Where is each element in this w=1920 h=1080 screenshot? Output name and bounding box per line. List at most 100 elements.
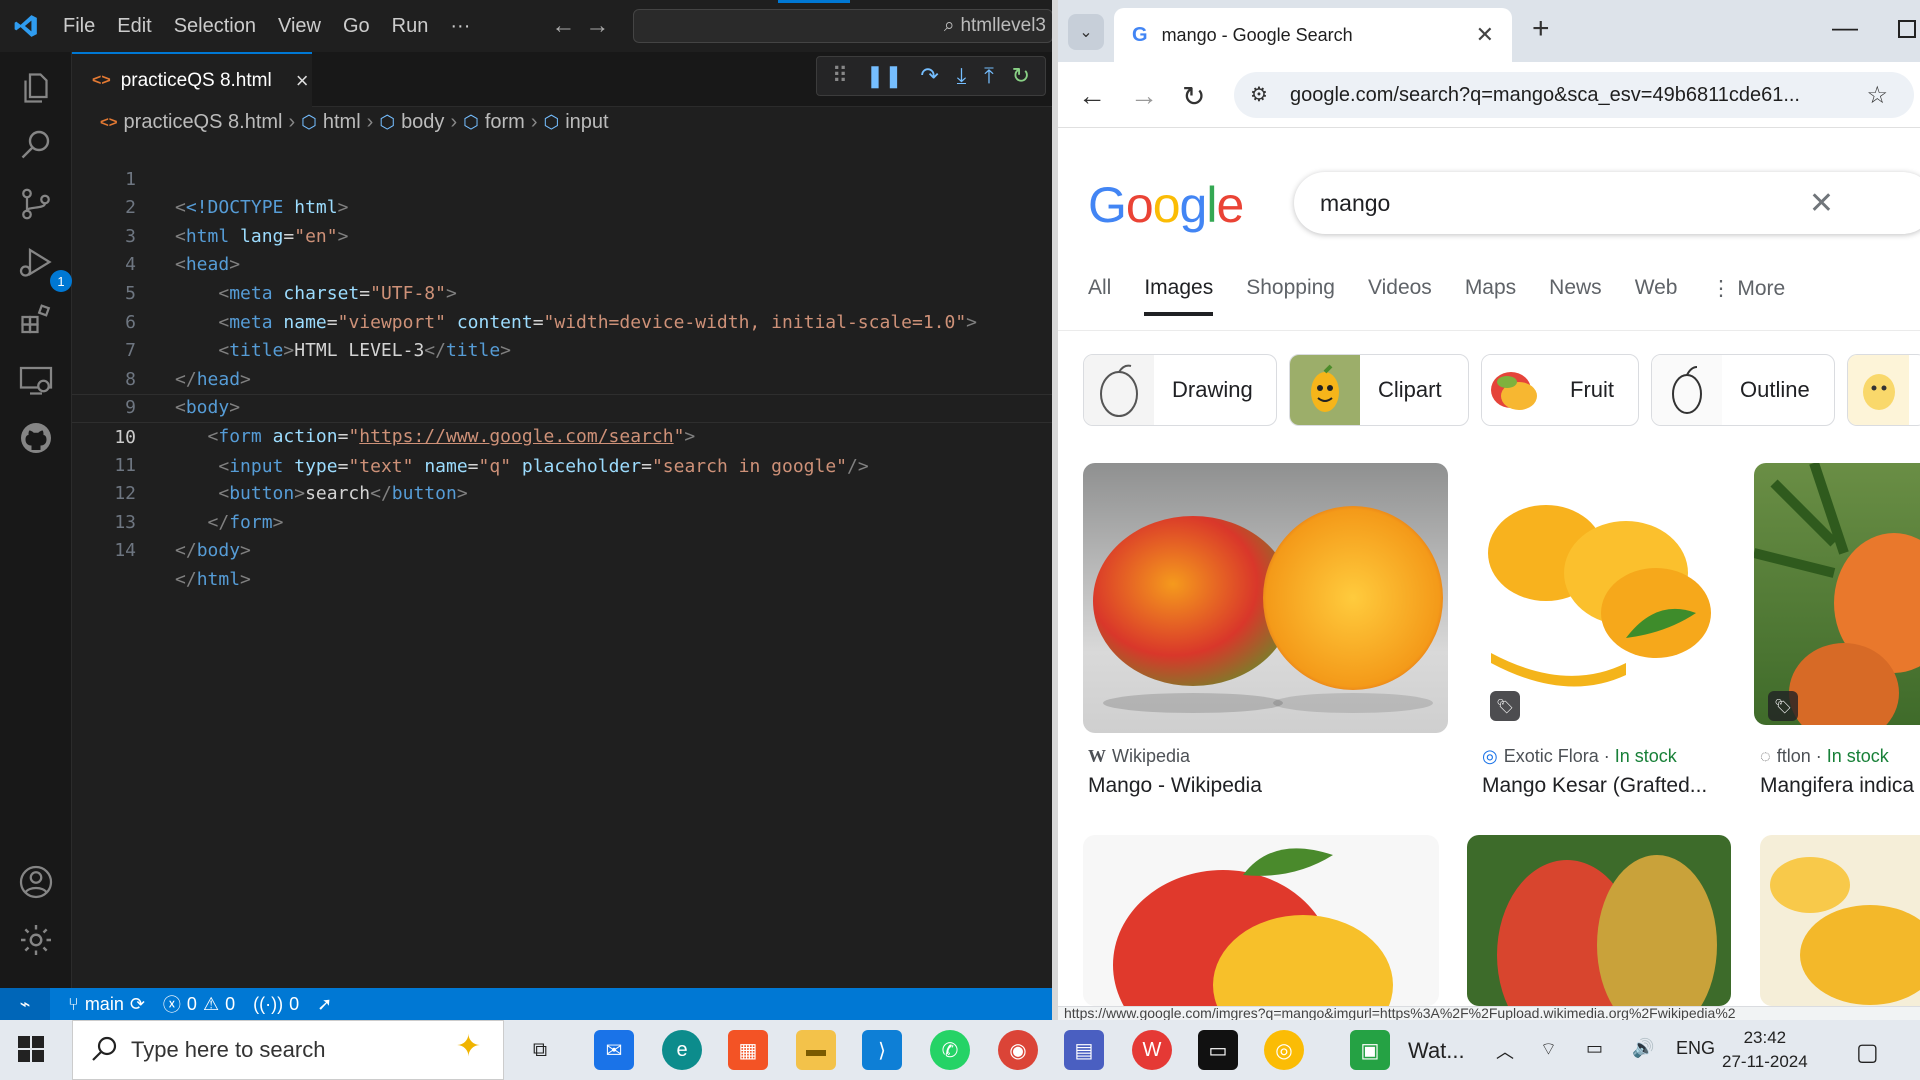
tab-search-chevron-icon[interactable]: ⌄ bbox=[1068, 14, 1104, 50]
breadcrumb-body[interactable]: body bbox=[401, 111, 444, 134]
taskbar-search[interactable]: Type here to search ✦ bbox=[72, 1020, 504, 1080]
clock[interactable]: 23:42 27-11-2024 bbox=[1722, 1026, 1808, 1074]
chrome-tab[interactable]: G mango - Google Search ✕ bbox=[1114, 8, 1512, 62]
forward-arrow-icon[interactable]: → bbox=[1130, 80, 1158, 112]
github-icon[interactable] bbox=[14, 416, 58, 460]
remote-explorer-icon[interactable] bbox=[14, 358, 58, 402]
store-icon[interactable]: ▦ bbox=[728, 1030, 768, 1070]
result-image-2[interactable]: 🏷 bbox=[1476, 463, 1724, 733]
menu-selection[interactable]: Selection bbox=[163, 15, 267, 38]
new-tab-icon[interactable]: + bbox=[1532, 12, 1550, 46]
battery-icon[interactable]: ▭ bbox=[1586, 1038, 1603, 1059]
result-title-1[interactable]: Mango - Wikipedia bbox=[1088, 774, 1262, 798]
language-indicator[interactable]: ENG bbox=[1676, 1038, 1715, 1059]
problems-status[interactable]: ⓧ 0 ⚠ 0 bbox=[163, 991, 235, 1017]
tab-images[interactable]: Images bbox=[1144, 276, 1214, 316]
live-share-icon[interactable]: ➚ bbox=[317, 994, 332, 1015]
whatsapp-window-label[interactable]: Wat... bbox=[1408, 1038, 1465, 1064]
windows-start-icon[interactable] bbox=[18, 1036, 44, 1067]
tab-web[interactable]: Web bbox=[1635, 276, 1678, 316]
result-image-4[interactable] bbox=[1083, 835, 1439, 1006]
breadcrumb-file[interactable]: practiceQS 8.html bbox=[124, 111, 283, 134]
calculator-icon[interactable]: ▤ bbox=[1064, 1030, 1104, 1070]
drag-handle-icon[interactable]: ⠿ bbox=[832, 63, 848, 89]
pause-icon[interactable]: ❚❚ bbox=[866, 63, 903, 89]
result-image-1[interactable] bbox=[1083, 463, 1448, 733]
terminal-icon[interactable]: ▭ bbox=[1198, 1030, 1238, 1070]
breadcrumb-form[interactable]: form bbox=[485, 111, 525, 134]
step-over-icon[interactable]: ↷ bbox=[920, 63, 938, 89]
ports-status[interactable]: ((·)) 0 bbox=[253, 994, 299, 1015]
source-control-icon[interactable] bbox=[14, 182, 58, 226]
minimize-icon[interactable]: — bbox=[1832, 12, 1858, 43]
chrome-profile-icon[interactable]: ◉ bbox=[998, 1030, 1038, 1070]
git-branch-status[interactable]: ⑂ main ⟳ bbox=[68, 994, 145, 1015]
chevron-up-icon[interactable]: ︿ bbox=[1496, 1038, 1514, 1064]
menu-edit[interactable]: Edit bbox=[106, 15, 162, 38]
close-icon[interactable]: × bbox=[296, 68, 309, 94]
editor-tab[interactable]: <> practiceQS 8.html × bbox=[72, 52, 312, 107]
file-explorer-icon[interactable]: ▬ bbox=[796, 1030, 836, 1070]
task-view-icon[interactable]: ⧉ bbox=[520, 1030, 560, 1070]
google-search-input[interactable]: mango ✕ bbox=[1294, 172, 1920, 234]
whatsapp-icon[interactable]: ✆ bbox=[930, 1030, 970, 1070]
chip-clipart[interactable]: Clipart bbox=[1289, 354, 1469, 426]
command-center[interactable]: ⌕ htmllevel3 bbox=[633, 9, 1053, 43]
site-info-icon[interactable]: ⚙ bbox=[1250, 82, 1268, 107]
menu-view[interactable]: View bbox=[267, 15, 332, 38]
tab-videos[interactable]: Videos bbox=[1368, 276, 1432, 316]
tab-maps[interactable]: Maps bbox=[1465, 276, 1516, 316]
account-icon[interactable] bbox=[14, 860, 58, 904]
wifi-icon[interactable]: ⌔ bbox=[1540, 1038, 1557, 1061]
search-icon bbox=[91, 1035, 119, 1069]
chip-fruit[interactable]: Fruit bbox=[1481, 354, 1639, 426]
back-arrow-icon[interactable]: ← bbox=[551, 12, 575, 40]
breadcrumb-input[interactable]: input bbox=[565, 111, 608, 134]
clear-icon[interactable]: ✕ bbox=[1809, 186, 1834, 221]
chip-partial[interactable] bbox=[1847, 354, 1920, 426]
menu-file[interactable]: File bbox=[52, 15, 106, 38]
restart-icon[interactable]: ↻ bbox=[1012, 63, 1030, 89]
vscode-taskbar-icon[interactable]: ⟩ bbox=[862, 1030, 902, 1070]
back-arrow-icon[interactable]: ← bbox=[1078, 80, 1106, 112]
breadcrumb-html[interactable]: html bbox=[323, 111, 361, 134]
close-tab-icon[interactable]: ✕ bbox=[1476, 22, 1494, 48]
address-bar[interactable]: ⚙ google.com/search?q=mango&sca_esv=49b6… bbox=[1234, 72, 1914, 118]
wps-office-icon[interactable]: W bbox=[1132, 1030, 1172, 1070]
chip-outline[interactable]: Outline bbox=[1651, 354, 1835, 426]
remote-indicator-icon[interactable]: ⌁ bbox=[0, 988, 50, 1020]
menu-run[interactable]: Run bbox=[381, 15, 440, 38]
tab-more[interactable]: ⋮ More bbox=[1711, 276, 1786, 316]
notifications-icon[interactable]: ▢ bbox=[1856, 1038, 1879, 1067]
result-title-2[interactable]: Mango Kesar (Grafted... bbox=[1482, 774, 1707, 798]
whatsapp-window-icon[interactable]: ▣ bbox=[1350, 1030, 1390, 1070]
chrome-icon[interactable]: ◎ bbox=[1264, 1030, 1304, 1070]
tab-all[interactable]: All bbox=[1088, 276, 1111, 316]
bookmark-star-icon[interactable]: ☆ bbox=[1866, 81, 1888, 110]
step-out-icon[interactable]: ⤒ bbox=[984, 63, 994, 89]
forward-arrow-icon[interactable]: → bbox=[585, 12, 609, 40]
tab-news[interactable]: News bbox=[1549, 276, 1602, 316]
run-debug-icon[interactable]: 1 bbox=[14, 240, 72, 292]
settings-gear-icon[interactable] bbox=[14, 918, 58, 962]
code-editor[interactable]: 1 <<!DOCTYPE html> 2 <html lang="en"> 3 … bbox=[72, 137, 1052, 590]
volume-icon[interactable]: 🔊 bbox=[1632, 1038, 1654, 1059]
result-image-6[interactable] bbox=[1760, 835, 1920, 1006]
step-into-icon[interactable]: ⤓ bbox=[957, 63, 967, 89]
search-highlight-icon: ✦ bbox=[455, 1030, 481, 1063]
google-logo[interactable]: Google bbox=[1088, 176, 1244, 234]
tab-shopping[interactable]: Shopping bbox=[1246, 276, 1335, 316]
search-icon[interactable] bbox=[14, 122, 58, 166]
maximize-icon[interactable] bbox=[1898, 20, 1916, 38]
result-image-3[interactable]: 🏷 bbox=[1754, 463, 1920, 725]
menu-more[interactable]: ··· bbox=[439, 15, 481, 38]
result-image-5[interactable] bbox=[1467, 835, 1731, 1006]
mail-icon[interactable]: ✉ bbox=[594, 1030, 634, 1070]
menu-go[interactable]: Go bbox=[332, 15, 381, 38]
chip-drawing[interactable]: Drawing bbox=[1083, 354, 1277, 426]
reload-icon[interactable]: ↻ bbox=[1182, 80, 1205, 113]
extensions-icon[interactable] bbox=[14, 298, 58, 342]
edge-icon[interactable]: e bbox=[662, 1030, 702, 1070]
explorer-icon[interactable] bbox=[14, 66, 58, 110]
result-title-3[interactable]: Mangifera indica bbox=[1760, 774, 1914, 798]
